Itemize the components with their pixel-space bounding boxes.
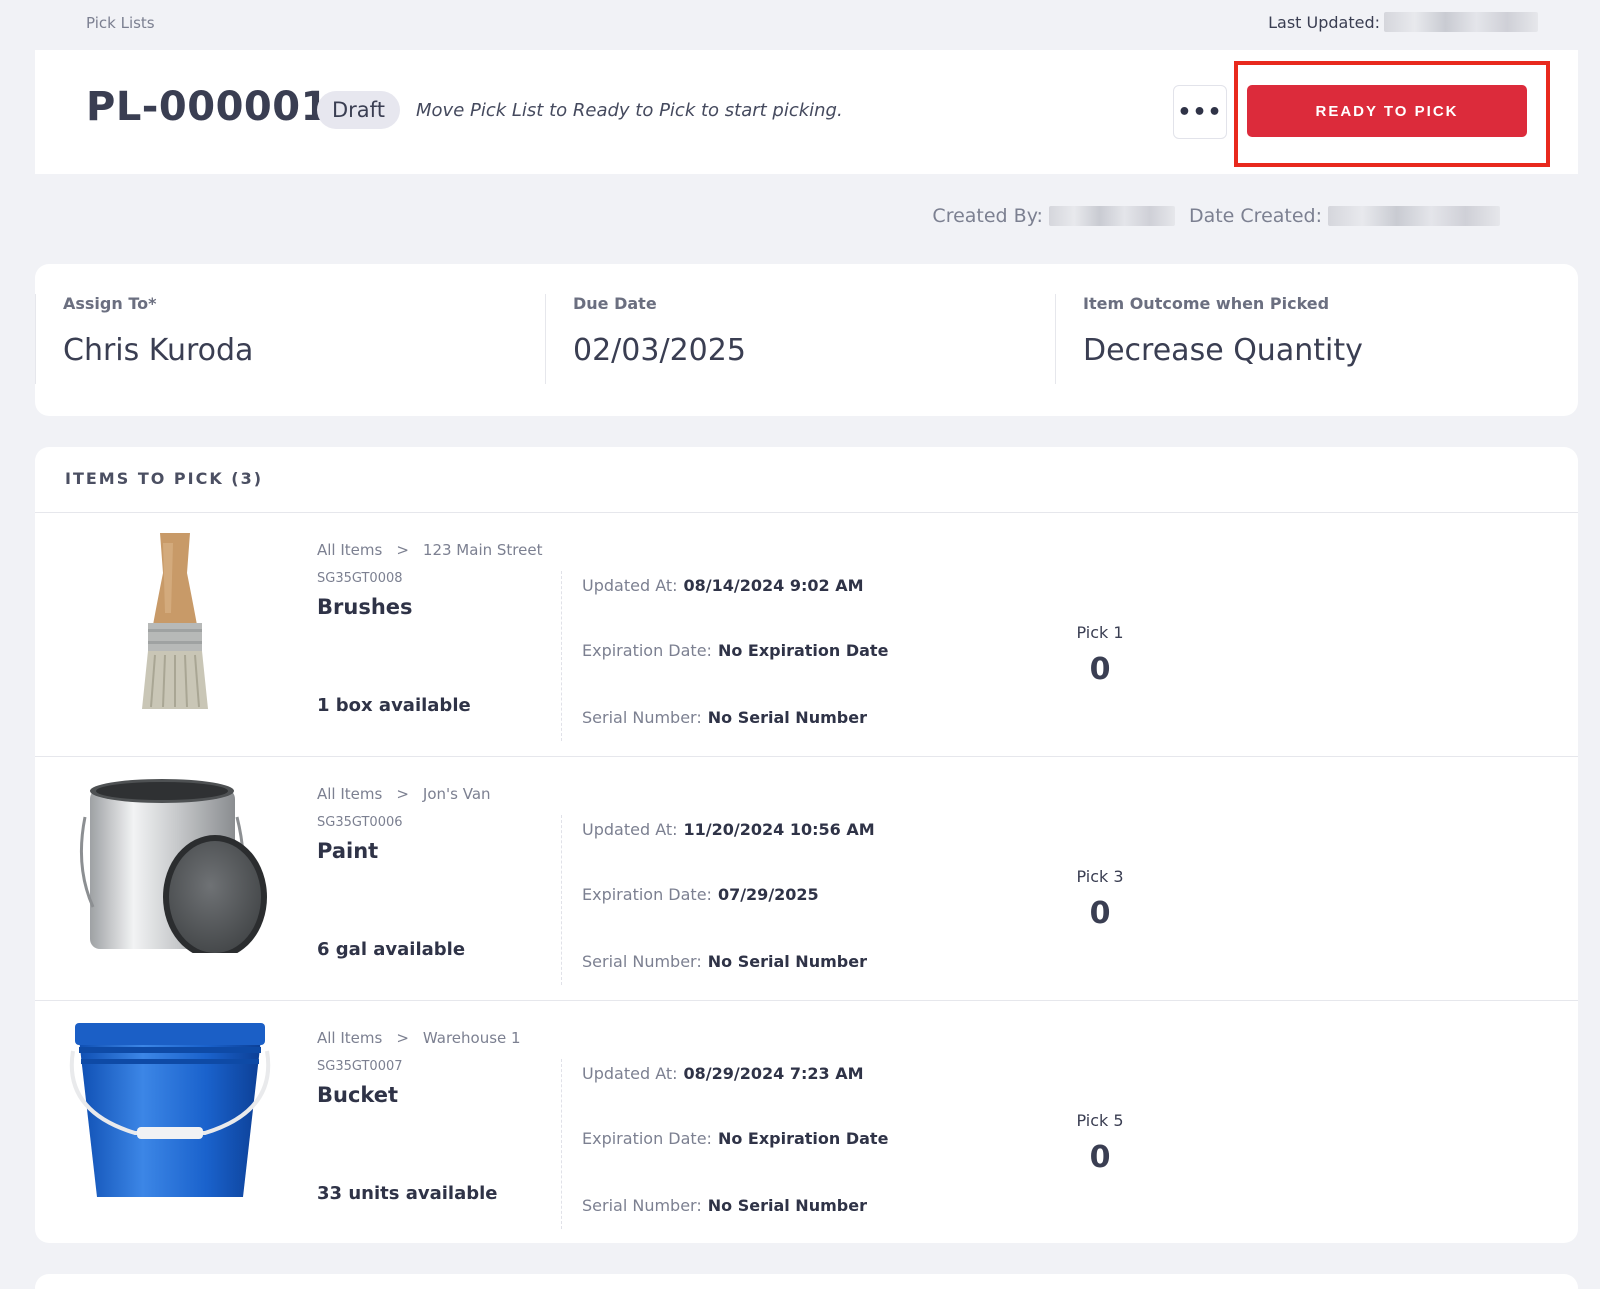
pick-quantity[interactable]: Pick 3 0: [1045, 867, 1155, 931]
breadcrumb-pick-lists[interactable]: Pick Lists: [86, 14, 155, 32]
serial-value: No Serial Number: [707, 952, 867, 971]
next-section-card: [35, 1274, 1578, 1289]
due-date-field[interactable]: Due Date 02/03/2025: [545, 294, 1055, 384]
item-breadcrumb: All Items > 123 Main Street: [317, 541, 542, 559]
updated-at-value: 08/14/2024 9:02 AM: [683, 576, 864, 595]
item-availability: 6 gal available: [317, 939, 466, 960]
serial-row: Serial Number: No Serial Number: [582, 1196, 867, 1215]
item-name[interactable]: Paint: [317, 839, 378, 863]
created-by-label: Created By:: [932, 205, 1043, 227]
blue-bucket-image: [65, 1021, 275, 1197]
updated-at-label: Updated At:: [582, 576, 678, 595]
picked-count[interactable]: 0: [1045, 896, 1155, 931]
item-row[interactable]: All Items > Warehouse 1 SG35GT0007 Bucke…: [35, 1001, 1578, 1243]
updated-at-row: Updated At: 08/29/2024 7:23 AM: [582, 1064, 864, 1083]
picked-count[interactable]: 0: [1045, 652, 1155, 687]
expiration-label: Expiration Date:: [582, 641, 712, 660]
serial-label: Serial Number:: [582, 952, 702, 971]
expiration-row: Expiration Date: No Expiration Date: [582, 1129, 888, 1148]
updated-at-row: Updated At: 11/20/2024 10:56 AM: [582, 820, 875, 839]
item-name[interactable]: Bucket: [317, 1083, 398, 1107]
expiration-value: 07/29/2025: [717, 885, 819, 904]
pick-quantity[interactable]: Pick 5 0: [1045, 1111, 1155, 1175]
status-badge: Draft: [317, 91, 400, 129]
pick-label: Pick 5: [1076, 1111, 1124, 1130]
item-breadcrumb: All Items > Jon's Van: [317, 785, 491, 803]
item-details: Updated At: 08/14/2024 9:02 AM Expiration…: [561, 571, 888, 741]
last-updated-value-redacted: [1384, 12, 1538, 32]
crumb-location[interactable]: Warehouse 1: [423, 1029, 521, 1047]
pick-label: Pick 3: [1076, 867, 1124, 886]
serial-row: Serial Number: No Serial Number: [582, 708, 867, 727]
pick-list-header: PL-000001 Draft Move Pick List to Ready …: [35, 50, 1578, 174]
crumb-location[interactable]: 123 Main Street: [423, 541, 543, 559]
updated-at-row: Updated At: 08/14/2024 9:02 AM: [582, 576, 864, 595]
date-created-redacted: [1328, 206, 1500, 226]
item-row[interactable]: All Items > 123 Main Street SG35GT0008 B…: [35, 513, 1578, 757]
item-availability: 1 box available: [317, 695, 471, 716]
item-details: Updated At: 08/29/2024 7:23 AM Expiration…: [561, 1059, 888, 1229]
due-date-label: Due Date: [573, 294, 657, 313]
expiration-value: No Expiration Date: [717, 1129, 889, 1148]
page-title: PL-000001: [86, 84, 329, 130]
picked-count[interactable]: 0: [1045, 1140, 1155, 1175]
expiration-value: No Expiration Date: [717, 641, 889, 660]
ready-to-pick-button[interactable]: READY TO PICK: [1247, 85, 1527, 137]
item-outcome-field[interactable]: Item Outcome when Picked Decrease Quanti…: [1055, 294, 1565, 384]
items-to-pick-header: ITEMS TO PICK (3): [35, 447, 1578, 513]
pick-list-info-card: Assign To* Chris Kuroda Due Date 02/03/2…: [35, 264, 1578, 416]
updated-at-label: Updated At:: [582, 820, 678, 839]
pick-label: Pick 1: [1076, 623, 1124, 642]
expiration-label: Expiration Date:: [582, 1129, 712, 1148]
item-outcome-value[interactable]: Decrease Quantity: [1083, 333, 1565, 368]
serial-label: Serial Number:: [582, 708, 702, 727]
chevron-right-icon: >: [396, 541, 409, 559]
items-to-pick-card: ITEMS TO PICK (3) All Items > 123 Main S…: [35, 447, 1578, 1243]
crumb-all-items[interactable]: All Items: [317, 1029, 382, 1047]
updated-at-value: 11/20/2024 10:56 AM: [683, 820, 875, 839]
updated-at-value: 08/29/2024 7:23 AM: [683, 1064, 864, 1083]
item-sku: SG35GT0008: [317, 571, 403, 586]
item-outcome-label: Item Outcome when Picked: [1083, 294, 1330, 313]
due-date-value[interactable]: 02/03/2025: [573, 333, 1055, 368]
expiration-label: Expiration Date:: [582, 885, 712, 904]
item-name[interactable]: Brushes: [317, 595, 413, 619]
status-hint: Move Pick List to Ready to Pick to start…: [416, 100, 843, 121]
assign-to-field[interactable]: Assign To* Chris Kuroda: [35, 294, 545, 384]
serial-row: Serial Number: No Serial Number: [582, 952, 867, 971]
chevron-right-icon: >: [396, 1029, 409, 1047]
item-breadcrumb: All Items > Warehouse 1: [317, 1029, 521, 1047]
serial-label: Serial Number:: [582, 1196, 702, 1215]
last-updated-label: Last Updated:: [1268, 12, 1380, 32]
paint-brush-image: [65, 533, 275, 709]
item-sku: SG35GT0006: [317, 815, 403, 830]
more-options-button[interactable]: •••: [1173, 85, 1227, 139]
expiration-row: Expiration Date: No Expiration Date: [582, 641, 888, 660]
paint-can-image: [65, 777, 275, 953]
pick-quantity[interactable]: Pick 1 0: [1045, 623, 1155, 687]
item-sku: SG35GT0007: [317, 1059, 403, 1074]
updated-at-label: Updated At:: [582, 1064, 678, 1083]
serial-value: No Serial Number: [707, 1196, 867, 1215]
chevron-right-icon: >: [396, 785, 409, 803]
item-availability: 33 units available: [317, 1183, 498, 1204]
crumb-all-items[interactable]: All Items: [317, 785, 382, 803]
assign-to-label: Assign To*: [63, 294, 157, 313]
date-created-label: Date Created:: [1188, 205, 1322, 227]
created-by-redacted: [1048, 206, 1175, 226]
last-updated: Last Updated:: [1268, 12, 1538, 32]
crumb-all-items[interactable]: All Items: [317, 541, 382, 559]
item-row[interactable]: All Items > Jon's Van SG35GT0006 Paint 6…: [35, 757, 1578, 1001]
created-meta: Created By: Date Created:: [932, 205, 1500, 227]
crumb-location[interactable]: Jon's Van: [423, 785, 491, 803]
assign-to-value[interactable]: Chris Kuroda: [63, 333, 545, 368]
item-details: Updated At: 11/20/2024 10:56 AM Expiratio…: [561, 815, 875, 985]
serial-value: No Serial Number: [707, 708, 867, 727]
expiration-row: Expiration Date: 07/29/2025: [582, 885, 819, 904]
